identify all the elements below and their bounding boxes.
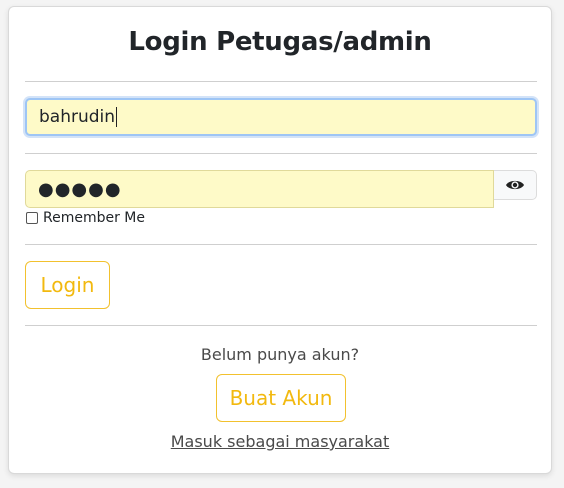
login-card: Login Petugas/admin bahrudin ●●●●● Remem… xyxy=(8,6,552,474)
divider xyxy=(25,325,537,326)
remember-me-checkbox[interactable] xyxy=(26,212,38,224)
page-title: Login Petugas/admin xyxy=(128,27,432,57)
login-button[interactable]: Login xyxy=(25,261,110,309)
login-as-public-link[interactable]: Masuk sebagai masyarakat xyxy=(9,432,551,451)
divider xyxy=(25,153,537,154)
toggle-password-button[interactable] xyxy=(494,170,537,200)
username-input[interactable]: bahrudin xyxy=(25,98,537,136)
password-input[interactable]: ●●●●● xyxy=(25,170,494,208)
username-value: bahrudin xyxy=(39,107,116,127)
remember-me[interactable]: Remember Me xyxy=(26,210,145,226)
eye-icon xyxy=(506,180,524,190)
create-account-button[interactable]: Buat Akun xyxy=(216,374,346,422)
divider xyxy=(25,244,537,245)
password-value: ●●●●● xyxy=(38,178,122,200)
text-caret xyxy=(116,107,118,127)
remember-me-label: Remember Me xyxy=(43,210,145,226)
divider xyxy=(25,81,537,82)
register-prompt: Belum punya akun? xyxy=(200,345,360,364)
